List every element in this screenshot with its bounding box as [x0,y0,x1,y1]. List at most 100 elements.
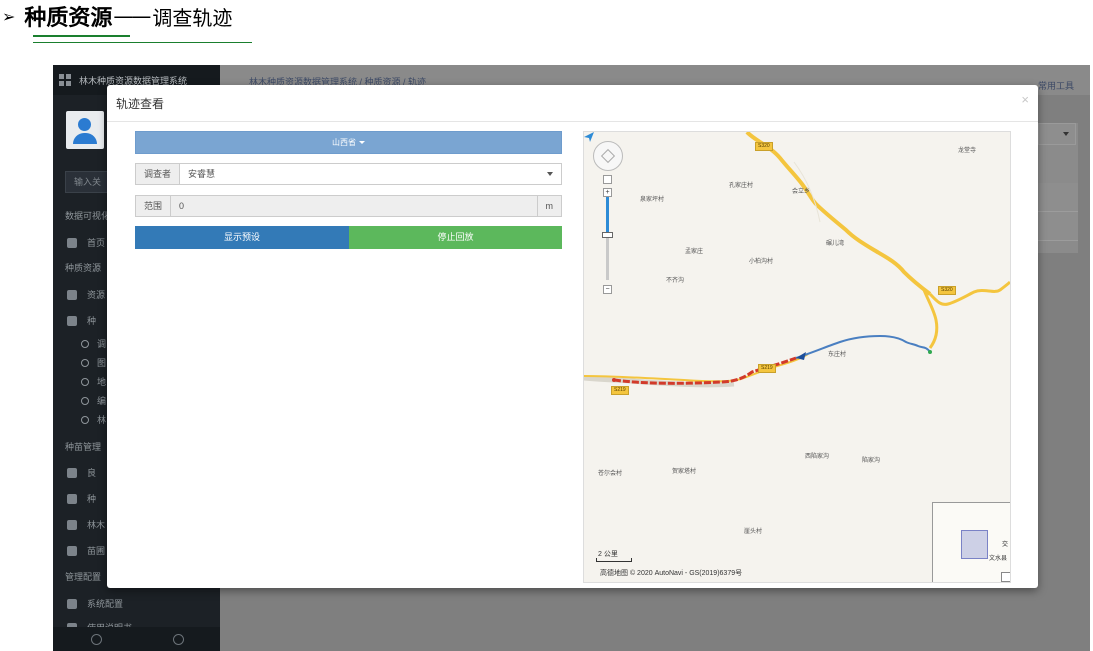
sprout-icon [67,545,77,556]
map-label: 孟家庄 [685,249,704,255]
overview-label: 交 [1002,542,1009,548]
close-icon[interactable]: × [1021,92,1029,108]
map-label: 会立乡 [792,189,811,195]
tree-icon [67,467,77,478]
map-label: 孔家庄村 [729,183,754,189]
doc-icon [67,315,77,326]
map-label: 东庄村 [828,352,847,358]
table-icon [67,289,77,300]
title-underline-thin [33,42,252,43]
zoom-control: + − [602,175,613,295]
range-input[interactable]: 0 [171,196,537,216]
map-label: 不齐沟 [666,278,685,284]
map-label: 苍尔会村 [598,471,623,477]
zoom-home-button[interactable] [603,175,612,184]
road-s320 [745,132,932,296]
circle-icon [81,339,89,348]
surveyor-value[interactable]: 安睿慧 [180,164,561,184]
sidebar-item-forest[interactable]: 林木 [67,518,105,531]
globe-icon [67,237,77,248]
app-screenshot: 林木种质资源数据管理系统 输入关 数据可视化 首页 种质资源 资源 种 调 图 … [53,65,1090,651]
circle-icon [81,396,89,405]
track-start [612,378,616,382]
sidebar-sub-edit[interactable]: 编 [81,394,106,407]
slide-heading: ➢ 种质资源 —— 调查轨迹 [2,0,232,32]
bullet-icon: ➢ [2,6,16,26]
sidebar-section-config: 管理配置 [65,572,102,582]
power-icon[interactable] [173,634,184,645]
sidebar-item-system-config[interactable]: 系统配置 [67,597,123,610]
zoom-out-button[interactable]: − [603,285,612,294]
map-label: 龙堂寺 [958,148,977,154]
map-copyright: 高德地图 © 2020 AutoNavi - GS(2019)6379号 [600,570,743,577]
road-label-s219: S219 [611,386,629,395]
title-underline-thick [33,35,130,37]
sidebar-item-nursery[interactable]: 苗圃 [67,544,105,557]
sidebar-sub-forest[interactable]: 林 [81,413,106,426]
province-dropdown[interactable]: 山西省 [135,131,562,154]
zoom-track[interactable] [606,197,609,280]
road-label-s320-east: S320 [938,286,956,295]
zoom-in-button[interactable]: + [603,188,612,197]
overview-viewport[interactable] [961,530,988,559]
modal-title: 轨迹查看 [116,97,165,111]
user-icon-body [73,133,97,144]
expand-icon[interactable] [91,634,102,645]
scale-bar [596,558,632,562]
sidebar-sub-survey[interactable]: 调 [81,337,106,350]
pan-control[interactable] [593,141,623,171]
map-label: 泉家坪村 [640,197,665,203]
road-label-s320: S320 [755,142,773,151]
circle-icon [81,377,89,386]
map-label: 西陷家沟 [805,454,830,460]
modal-header: 轨迹查看 × [107,85,1038,122]
gear-icon [67,598,77,609]
map-label: 碾儿湾 [826,241,845,247]
sidebar-section-resources: 种质资源 [65,263,102,273]
background-select [1038,123,1076,145]
sidebar-sub-chart[interactable]: 图 [81,356,106,369]
track-played [795,334,931,359]
sidebar-item-home[interactable]: 首页 [67,236,105,249]
background-row [1038,212,1078,241]
overview-label: 文水县 [989,556,1008,562]
road-label-s219-east: S219 [758,364,776,373]
range-field[interactable]: 范围 0 m [135,195,562,217]
overview-map[interactable]: 交 文水县 [932,502,1010,582]
map-label: 陷家沟 [862,458,881,464]
sidebar-section-visualization: 数据可视化 [65,211,111,221]
circle-icon [81,358,89,367]
circle-icon [81,415,89,424]
surveyor-label: 调查者 [136,164,181,184]
background-row [1038,183,1078,212]
caret-down-icon [359,141,365,145]
sidebar-item-species[interactable]: 种 [67,314,96,327]
sidebar-item-seed[interactable]: 良 [67,466,96,479]
surveyor-select[interactable]: 调查者 安睿慧 [135,163,562,185]
overview-toggle-icon[interactable] [1001,572,1010,582]
slide-title-rest: 调查轨迹 [152,5,233,30]
map-label: 贺家塔村 [672,469,697,475]
sidebar-item-good[interactable]: 种 [67,492,96,505]
sidebar-sub-map[interactable]: 地 [81,375,106,388]
sidebar-section-seedlings: 种苗管理 [65,442,102,452]
tools-menu[interactable]: 常用工具 [1038,79,1074,92]
slide-title-bold: 种质资源 [24,6,113,31]
avatar[interactable] [66,111,104,149]
show-preset-button[interactable]: 显示预设 [135,226,349,249]
grid-icon [59,74,71,86]
sidebar-item-resource[interactable]: 资源 [67,288,105,301]
track-modal: 轨迹查看 × 山西省 调查者 安睿慧 范围 0 m 显示预设 停止回放 + − … [107,85,1038,588]
zoom-level-fill [606,197,609,237]
caret-down-icon [547,172,553,176]
range-label: 范围 [136,196,172,216]
range-unit: m [536,196,561,216]
track-map[interactable]: + − S320 S320 S219 S219 龙堂寺 孔家庄村 会立乡 泉家坪… [583,131,1011,583]
sidebar-footer [53,627,220,651]
bell-icon [67,519,77,530]
province-label: 山西省 [332,138,356,147]
zoom-handle[interactable] [602,232,613,238]
leaf-icon [67,493,77,504]
map-label: 小柏沟村 [749,259,774,265]
stop-playback-button[interactable]: 停止回放 [349,226,562,249]
